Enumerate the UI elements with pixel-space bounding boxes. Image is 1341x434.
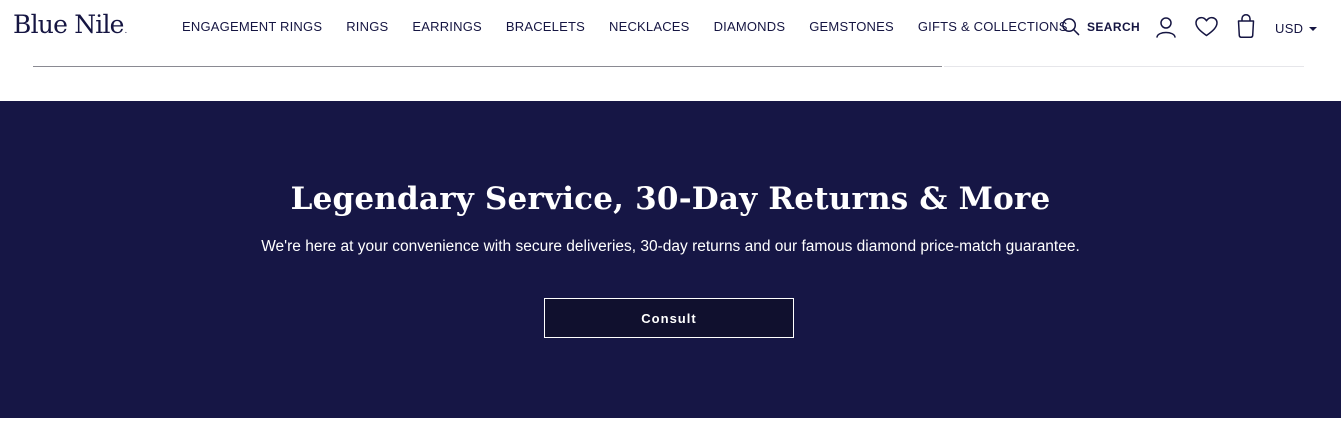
search-button[interactable]: SEARCH: [1061, 17, 1140, 36]
banner-title: Legendary Service, 30-Day Returns & More: [290, 181, 1051, 217]
divider-right: [944, 66, 1304, 67]
blue-nile-logo[interactable]: Blue Nile.: [13, 10, 127, 39]
nav-item-rings[interactable]: RINGS: [346, 19, 388, 35]
nav-item-engagement-rings[interactable]: ENGAGEMENT RINGS: [182, 19, 322, 35]
divider-left: [33, 66, 942, 67]
banner-subtitle: We're here at your convenience with secu…: [261, 238, 1080, 255]
search-label: SEARCH: [1087, 19, 1141, 34]
service-banner: Legendary Service, 30-Day Returns & More…: [0, 101, 1341, 418]
nav-item-earrings[interactable]: EARRINGS: [412, 19, 482, 35]
logo-dot: .: [124, 26, 127, 35]
nav-item-diamonds[interactable]: DIAMONDS: [714, 19, 786, 35]
user-icon[interactable]: [1154, 15, 1178, 39]
logo-text: Blue Nile: [13, 10, 124, 39]
currency-selector[interactable]: USD: [1275, 21, 1318, 36]
consult-button[interactable]: Consult: [544, 298, 794, 338]
search-icon: [1062, 18, 1080, 36]
heart-icon[interactable]: [1194, 15, 1219, 39]
shopping-bag-icon[interactable]: [1234, 13, 1258, 39]
site-header: Blue Nile. ENGAGEMENT RINGS RINGS EARRIN…: [0, 0, 1341, 60]
currency-label: USD: [1275, 21, 1304, 36]
main-nav: ENGAGEMENT RINGS RINGS EARRINGS BRACELET…: [182, 19, 1068, 35]
nav-item-bracelets[interactable]: BRACELETS: [506, 19, 585, 35]
nav-item-gemstones[interactable]: GEMSTONES: [809, 19, 894, 35]
nav-item-necklaces[interactable]: NECKLACES: [609, 19, 690, 35]
chevron-down-icon: [1309, 26, 1318, 31]
nav-item-gifts-collections[interactable]: GIFTS & COLLECTIONS: [918, 19, 1068, 35]
